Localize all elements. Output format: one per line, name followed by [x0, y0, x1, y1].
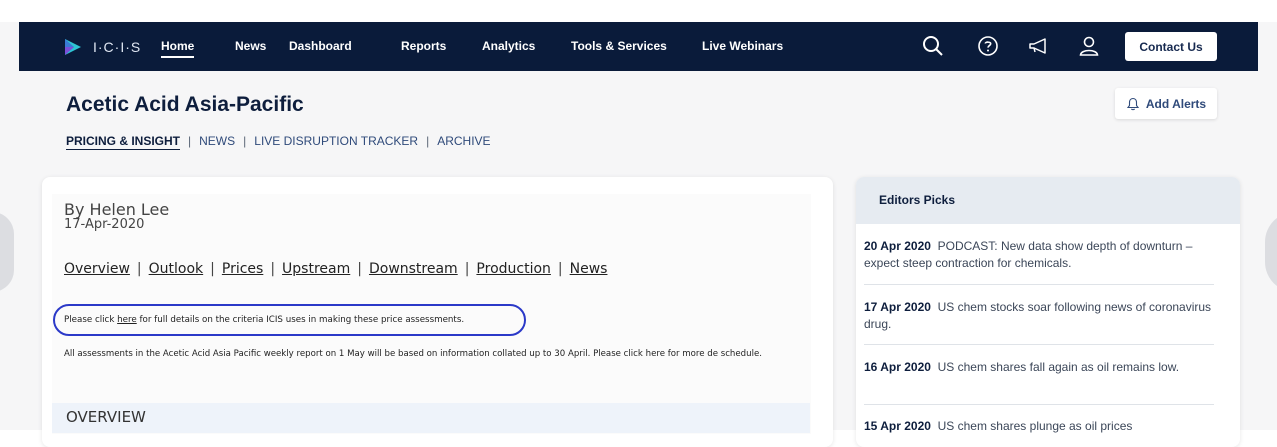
link-separator: | [210, 261, 215, 277]
add-alerts-button[interactable]: Add Alerts [1115, 88, 1217, 119]
pick-date: 17 Apr 2020 [864, 300, 931, 314]
article-date: 17-Apr-2020 [64, 217, 145, 232]
editors-pick-item[interactable]: 15 Apr 2020 US chem shares plunge as oil… [864, 418, 1214, 435]
icis-logo-icon [65, 39, 81, 55]
search-icon[interactable] [921, 34, 945, 58]
pick-date: 16 Apr 2020 [864, 360, 931, 374]
logo-text: I·C·I·S [93, 39, 142, 55]
tab-separator: | [426, 134, 430, 148]
assessment-notice: All assessments in the Acetic Acid Asia … [64, 349, 762, 359]
editors-pick-item[interactable]: 16 Apr 2020 US chem shares fall again as… [864, 359, 1214, 376]
pick-divider [864, 284, 1214, 285]
tab-archive[interactable]: ARCHIVE [437, 134, 490, 148]
link-overview[interactable]: Overview [64, 261, 130, 277]
add-alerts-label: Add Alerts [1145, 96, 1207, 111]
article-section-links: Overview | Outlook | Prices | Upstream | Downstr… [64, 261, 607, 277]
link-news[interactable]: News [570, 261, 608, 277]
pick-text: US chem shares fall again as oil remains… [937, 360, 1180, 374]
tab-live-disruption-tracker[interactable]: LIVE DISRUPTION TRACKER [254, 134, 418, 148]
pick-divider [864, 344, 1214, 345]
note-prefix: Please click [64, 315, 118, 325]
user-icon[interactable] [1077, 34, 1101, 58]
link-outlook[interactable]: Outlook [149, 261, 204, 277]
criteria-here-link[interactable]: here [117, 315, 137, 325]
bell-icon [1126, 97, 1139, 110]
tab-news[interactable]: NEWS [199, 134, 235, 148]
link-prices[interactable]: Prices [222, 261, 263, 277]
link-separator: | [464, 261, 470, 277]
nav-news[interactable]: News [235, 39, 266, 53]
tab-separator: | [243, 134, 247, 148]
editors-picks-title: Editors Picks [879, 193, 956, 207]
top-strip [0, 0, 1277, 22]
contact-us-button[interactable]: Contact Us [1125, 32, 1217, 61]
overview-heading: OVERVIEW [66, 408, 146, 426]
pick-date: 15 Apr 2020 [864, 419, 931, 433]
editors-pick-item[interactable]: 20 Apr 2020 PODCAST: New data show depth… [864, 238, 1214, 272]
nav-dashboard[interactable]: Dashboard [289, 39, 352, 53]
nav-reports[interactable]: Reports [401, 39, 446, 53]
link-separator: | [136, 261, 142, 277]
page-title: Acetic Acid Asia-Pacific [66, 93, 304, 116]
tab-pricing-insight[interactable]: PRICING & INSIGHT [66, 134, 181, 150]
pick-text: US chem shares plunge as oil prices [937, 419, 1133, 433]
tab-separator: | [188, 134, 192, 148]
link-downstream[interactable]: Downstream [369, 261, 458, 277]
help-icon[interactable] [976, 34, 1000, 58]
pick-date: 20 Apr 2020 [864, 239, 931, 253]
icis-logo[interactable]: I·C·I·S [63, 36, 141, 58]
link-separator: | [357, 261, 362, 277]
note-suffix: for full details on the criteria ICIS us… [136, 315, 465, 325]
editors-pick-item[interactable]: 17 Apr 2020 US chem stocks soar followin… [864, 299, 1214, 333]
announcement-icon[interactable] [1027, 34, 1051, 58]
link-separator: | [557, 261, 563, 277]
link-production[interactable]: Production [476, 261, 550, 277]
pick-divider [864, 404, 1214, 405]
link-separator: | [270, 261, 276, 277]
nav-home[interactable]: Home [161, 39, 195, 58]
link-upstream[interactable]: Upstream [282, 261, 350, 277]
top-navigation-bar: I·C·I·S Home News Dashboard Reports Anal… [19, 22, 1258, 71]
criteria-note: Please click here for full details on th… [64, 315, 464, 325]
overview-section-bar [52, 403, 810, 433]
section-tabs: PRICING & INSIGHT | NEWS | LIVE DISRUPTION T… [66, 134, 491, 150]
nav-tools-services[interactable]: Tools & Services [571, 39, 667, 53]
nav-live-webinars[interactable]: Live Webinars [702, 39, 783, 53]
nav-analytics[interactable]: Analytics [482, 39, 535, 53]
